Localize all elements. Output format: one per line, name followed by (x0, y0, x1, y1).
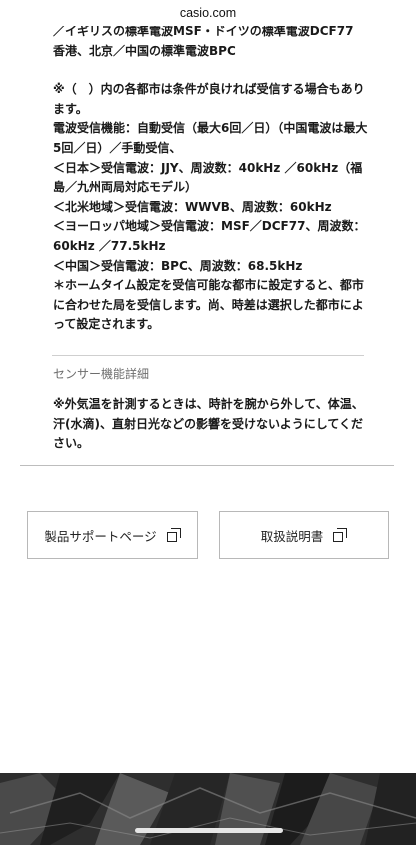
spec-note: 電波受信機能：自動受信（最大6回／日）（中国電波は最大5回／日）／手動受信、 (53, 121, 368, 155)
product-support-label: 製品サポートページ (44, 528, 157, 544)
external-link-icon (333, 528, 348, 542)
page-divider (20, 465, 394, 466)
spec-note: ＜中国＞受信電波：BPC、周波数：68.5kHz (53, 258, 303, 273)
home-indicator[interactable] (135, 828, 283, 833)
manual-label: 取扱説明書 (260, 528, 324, 544)
spec-line: 香港、北京／中国の標準電波BPC (53, 43, 236, 58)
spec-note: ＜日本＞受信電波：JJY、周波数：40kHz ／60kHz（福島／九州両局対応モ… (53, 160, 363, 195)
section-divider (52, 355, 364, 356)
spec-note: ＜北米地域＞受信電波：WWVB、周波数：60kHz (53, 199, 332, 214)
spec-note: ＜ヨーロッパ地域＞受信電波：MSF／DCF77、周波数：60kHz ／77.5k… (53, 219, 366, 253)
product-support-button[interactable]: 製品サポートページ (27, 511, 198, 559)
rock-texture-graphic (0, 773, 416, 845)
spec-note: ※（ ）内の各都市は条件が良ければ受信する場合もあります。 (53, 82, 365, 116)
sensor-section-heading: センサー機能詳細 (53, 367, 150, 381)
footer-texture-image (0, 773, 416, 845)
spec-note: ＊ホームタイム設定を受信可能な都市に設定すると、都市に合わせた局を受信します。尚… (53, 278, 364, 332)
spec-text-block: ／イギリスの標準電波MSF・ドイツの標準電波DCF77 香港、北京／中国の標準電… (53, 22, 369, 335)
url-text: casio.com (179, 6, 237, 20)
address-bar[interactable]: casio.com (0, 0, 416, 26)
external-link-icon (166, 528, 181, 542)
sensor-note: ※外気温を計測するときは、時計を腕から外して、体温、汗(水滴)、直射日光などの影… (53, 397, 364, 451)
manual-button[interactable]: 取扱説明書 (219, 511, 389, 559)
